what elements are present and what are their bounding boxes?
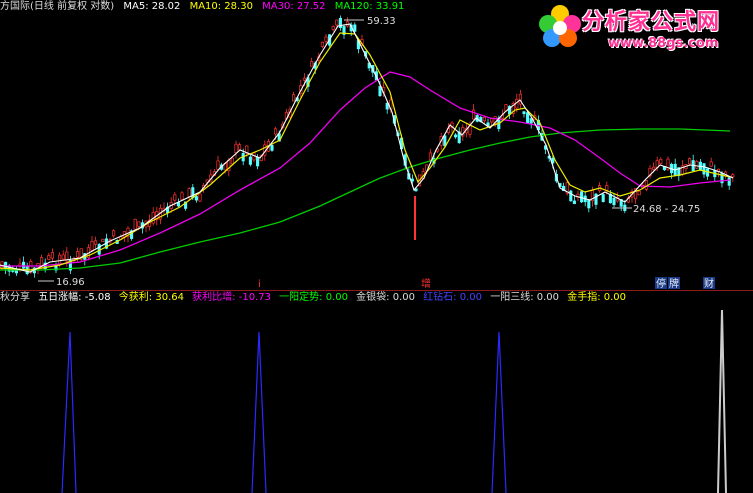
event-marker-zeng: 增 — [421, 277, 431, 290]
candle-body — [731, 174, 735, 178]
candle-body — [601, 194, 605, 202]
candle-body — [522, 111, 526, 115]
candle-body — [94, 240, 98, 245]
chart-annotations: 59.33 16.96 24.68 - 24.75 — [38, 16, 700, 288]
candle-body — [256, 156, 260, 167]
event-marker-small: ⅰ — [258, 279, 261, 290]
candle-body — [176, 202, 180, 207]
candle-body — [50, 252, 54, 259]
candle-body — [702, 163, 706, 175]
candle-body — [216, 160, 220, 170]
yiyang-dingshi-label: 一阳定势: 0.00 — [279, 292, 348, 303]
candle-body — [234, 143, 238, 154]
candle-body — [248, 156, 252, 165]
event-marker-cai: 财 — [704, 277, 714, 290]
yiyang-sanxian-label: 一阳三线: 0.00 — [490, 292, 560, 303]
candle-body — [659, 159, 663, 165]
jin-huoli-label: 今获利: 30.64 — [118, 292, 184, 303]
ma30-line — [0, 71, 731, 267]
event-markers: ⅰ 增 停 牌 财 — [258, 277, 715, 290]
huoli-bizeng-label: 获利比增: -10.73 — [192, 292, 271, 303]
candle-body — [580, 191, 584, 203]
candle-body — [482, 116, 486, 122]
candle-body — [180, 192, 184, 200]
hongzuan-label: 红钻石: 0.00 — [423, 292, 483, 303]
stock-chart-window: 方国际(日线 前复权 对数) MA5: 28.02 MA10: 28.30 MA… — [0, 0, 753, 493]
indicator-header: 秋分享 五日涨幅: -5.08 今获利: 30.64 获利比增: -10.73 … — [0, 291, 631, 305]
candle-body — [58, 254, 62, 265]
candle-body — [173, 194, 177, 201]
candle-body — [644, 180, 648, 190]
candle-body — [187, 188, 191, 197]
signal-spike-2 — [251, 331, 267, 493]
candle-body — [569, 190, 573, 202]
candle-body — [443, 135, 447, 147]
candle-body — [133, 218, 137, 230]
candle-body — [727, 177, 731, 186]
candle-body — [238, 144, 242, 151]
candle-body — [194, 196, 198, 201]
indicator-name[interactable]: 秋分享 — [0, 292, 30, 303]
candle-body — [112, 230, 116, 237]
range-label: 24.68 - 24.75 — [633, 204, 700, 215]
event-marker-ting: 停 — [656, 277, 666, 290]
candle-body — [353, 24, 357, 32]
signal-spike-1 — [61, 331, 77, 493]
candle-body — [198, 193, 202, 202]
candle-body — [324, 36, 328, 42]
candle-body — [320, 41, 324, 47]
candle-body — [302, 77, 306, 81]
event-marker-pai: 牌 — [669, 277, 679, 290]
candle-body — [587, 199, 591, 209]
jinshouzhi-label: 金手指: 0.00 — [567, 292, 627, 303]
high-price-label: 59.33 — [367, 16, 396, 27]
candle-body — [22, 261, 26, 269]
ma10-line — [0, 32, 731, 271]
ma5-line — [0, 23, 734, 273]
jinyindai-label: 金银袋: 0.00 — [356, 292, 415, 303]
wuri-zhangfu-label: 五日涨幅: -5.08 — [38, 292, 111, 303]
candle-body — [605, 185, 609, 191]
candle-body — [709, 161, 713, 167]
candle-body — [652, 166, 656, 170]
candle-body — [637, 190, 641, 196]
candle-body — [137, 221, 141, 227]
candle-body — [274, 128, 278, 135]
candle-body — [90, 241, 94, 251]
candle-body — [572, 200, 576, 205]
low-price-label: 16.96 — [56, 277, 85, 288]
signal-spike-3 — [491, 331, 507, 493]
candle-body — [310, 61, 314, 67]
price-chart[interactable]: 59.33 16.96 24.68 - 24.75 ⅰ 增 停 牌 财 — [0, 0, 753, 290]
candle-body — [454, 134, 458, 138]
candle-body — [101, 238, 105, 242]
candle-body — [695, 160, 699, 169]
candle-body — [230, 157, 234, 165]
candle-body — [410, 178, 414, 182]
signal-spike-4 — [717, 309, 727, 493]
candle-body — [270, 144, 274, 151]
candle-body — [47, 255, 51, 260]
candle-body — [292, 94, 296, 102]
candle-body — [76, 251, 80, 258]
candle-body — [490, 118, 494, 123]
candle-body — [688, 158, 692, 165]
candle-body — [526, 112, 530, 124]
candle-body — [61, 254, 65, 260]
candle-body — [378, 86, 382, 97]
candle-body — [472, 109, 476, 120]
candle-body — [331, 25, 335, 30]
candle-body — [428, 152, 432, 161]
candle-body — [335, 19, 339, 26]
candle-body — [594, 193, 598, 205]
candlestick-series — [0, 15, 735, 278]
indicator-chart[interactable] — [0, 306, 753, 493]
candle-body — [612, 197, 616, 206]
